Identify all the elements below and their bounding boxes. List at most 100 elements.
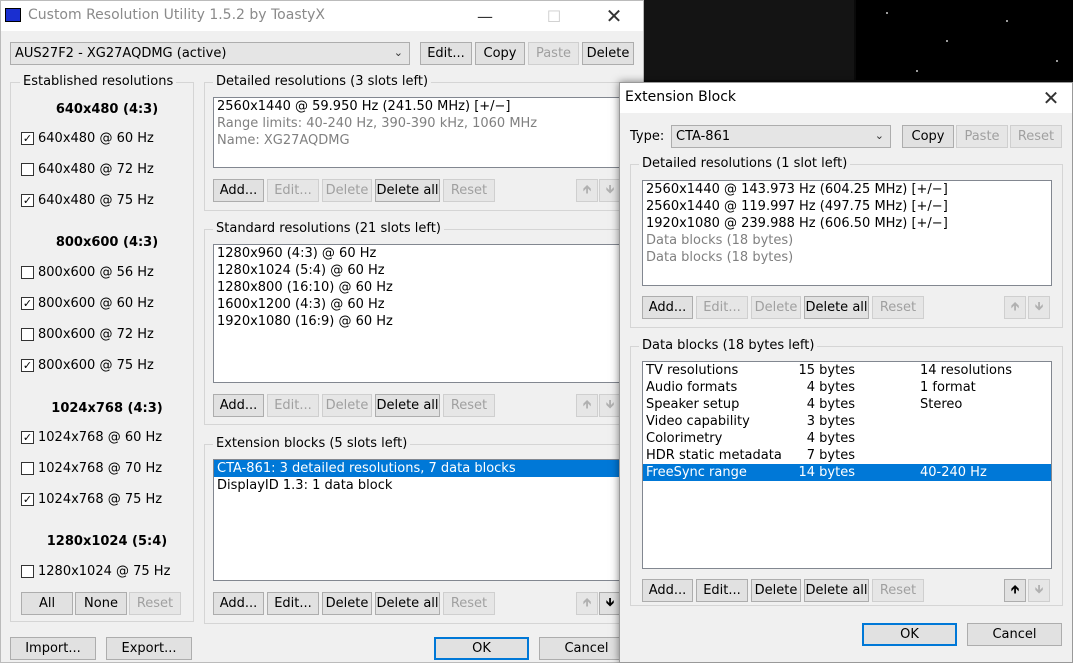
cell: FreeSync range: [646, 465, 747, 480]
ext-detailed-list[interactable]: 2560x1440 @ 143.973 Hz (604.25 MHz) [+/−…: [642, 180, 1052, 286]
detailed-reset-button[interactable]: Reset: [443, 179, 495, 202]
detailed-edit-button[interactable]: Edit...: [267, 179, 319, 202]
standard-delete-button[interactable]: Delete: [322, 394, 372, 417]
ext-detailed-delete-all-button[interactable]: Delete all: [804, 296, 869, 319]
move-up-icon[interactable]: 🡹: [576, 394, 598, 417]
list-item[interactable]: DisplayID 1.3: 1 data block: [214, 477, 643, 494]
extension-delete-all-button[interactable]: Delete all: [375, 592, 440, 615]
standard-reset-button[interactable]: Reset: [443, 394, 495, 417]
move-up-icon[interactable]: 🡹: [576, 592, 598, 615]
standard-edit-button[interactable]: Edit...: [267, 394, 319, 417]
list-item[interactable]: Range limits: 40-240 Hz, 390-390 kHz, 10…: [214, 115, 643, 132]
ext-ok-button[interactable]: OK: [862, 623, 957, 646]
checkbox-icon: [21, 328, 34, 341]
checkbox-800x600-56[interactable]: 800x600 @ 56 Hz: [21, 265, 154, 280]
table-row[interactable]: Speaker setup 4 bytes Stereo: [643, 396, 1051, 413]
extension-edit-button[interactable]: Edit...: [267, 592, 319, 615]
close-icon[interactable]: ✕: [1028, 83, 1073, 113]
delete-monitor-button[interactable]: Delete: [582, 42, 634, 65]
detailed-resolutions-list[interactable]: 2560x1440 @ 59.950 Hz (241.50 MHz) [+/−]…: [213, 97, 644, 168]
standard-resolutions-list[interactable]: 1280x960 (4:3) @ 60 Hz 1280x1024 (5:4) @…: [213, 244, 644, 383]
paste-monitor-button[interactable]: Paste: [528, 42, 579, 65]
ext-detailed-delete-button[interactable]: Delete: [751, 296, 801, 319]
list-item[interactable]: Name: XG27AQDMG: [214, 132, 643, 149]
list-item[interactable]: 1280x960 (4:3) @ 60 Hz: [214, 245, 643, 262]
table-row[interactable]: TV resolutions 15 bytes 14 resolutions: [643, 362, 1051, 379]
checkbox-1024x768-75[interactable]: 1024x768 @ 75 Hz: [21, 492, 162, 507]
standard-add-button[interactable]: Add...: [213, 394, 264, 417]
checkbox-640x480-72[interactable]: 640x480 @ 72 Hz: [21, 162, 154, 177]
move-down-icon[interactable]: 🡻: [599, 179, 621, 202]
list-item[interactable]: CTA-861: 3 detailed resolutions, 7 data …: [214, 460, 643, 477]
extension-add-button[interactable]: Add...: [213, 592, 264, 615]
move-down-icon[interactable]: 🡻: [1028, 296, 1050, 319]
ext-paste-button[interactable]: Paste: [956, 125, 1008, 148]
table-row[interactable]: Audio formats 4 bytes 1 format: [643, 379, 1051, 396]
list-item[interactable]: 1280x800 (16:10) @ 60 Hz: [214, 279, 643, 296]
ext-reset-button[interactable]: Reset: [1010, 125, 1062, 148]
list-item[interactable]: 1920x1080 (16:9) @ 60 Hz: [214, 313, 643, 330]
ext-data-reset-button[interactable]: Reset: [872, 579, 924, 602]
reset-established-button[interactable]: Reset: [129, 592, 181, 615]
list-item[interactable]: Data blocks (18 bytes): [643, 232, 1051, 249]
move-down-icon[interactable]: 🡻: [599, 394, 621, 417]
ext-detailed-edit-button[interactable]: Edit...: [696, 296, 748, 319]
checkbox-1024x768-60[interactable]: 1024x768 @ 60 Hz: [21, 430, 162, 445]
table-row[interactable]: Video capability 3 bytes: [643, 413, 1051, 430]
table-row[interactable]: FreeSync range 14 bytes 40-240 Hz: [643, 464, 1051, 481]
all-button[interactable]: All: [21, 592, 73, 615]
type-select[interactable]: CTA-861 ⌄: [671, 125, 891, 148]
move-down-icon[interactable]: 🡻: [1028, 579, 1050, 602]
edit-monitor-button[interactable]: Edit...: [420, 42, 472, 65]
checkbox-800x600-72[interactable]: 800x600 @ 72 Hz: [21, 327, 154, 342]
import-button[interactable]: Import...: [10, 637, 96, 660]
data-blocks-list[interactable]: TV resolutions 15 bytes 14 resolutions Aud…: [642, 361, 1052, 569]
checkbox-800x600-60[interactable]: 800x600 @ 60 Hz: [21, 296, 154, 311]
ext-data-delete-button[interactable]: Delete: [751, 579, 801, 602]
ext-data-add-button[interactable]: Add...: [642, 579, 693, 602]
move-up-icon[interactable]: 🡹: [1004, 296, 1026, 319]
list-item[interactable]: 2560x1440 @ 143.973 Hz (604.25 MHz) [+/−…: [643, 181, 1051, 198]
list-item[interactable]: Data blocks (18 bytes): [643, 249, 1051, 266]
ok-button[interactable]: OK: [434, 637, 529, 660]
extension-reset-button[interactable]: Reset: [443, 592, 495, 615]
monitor-select[interactable]: AUS27F2 - XG27AQDMG (active) ⌄: [10, 42, 410, 65]
close-icon[interactable]: ✕: [591, 1, 637, 31]
ext-detailed-add-button[interactable]: Add...: [642, 296, 693, 319]
list-item[interactable]: 1280x1024 (5:4) @ 60 Hz: [214, 262, 643, 279]
move-up-icon[interactable]: 🡹: [1004, 579, 1026, 602]
extension-blocks-list[interactable]: CTA-861: 3 detailed resolutions, 7 data …: [213, 459, 644, 581]
export-button[interactable]: Export...: [106, 637, 192, 660]
checkbox-1280x1024-75[interactable]: 1280x1024 @ 75 Hz: [21, 564, 170, 579]
list-item[interactable]: 1600x1200 (4:3) @ 60 Hz: [214, 296, 643, 313]
list-item[interactable]: 2560x1440 @ 59.950 Hz (241.50 MHz) [+/−]: [214, 98, 643, 115]
ext-data-delete-all-button[interactable]: Delete all: [804, 579, 869, 602]
ext-copy-button[interactable]: Copy: [902, 125, 954, 148]
ext-cancel-button[interactable]: Cancel: [967, 623, 1062, 646]
checkbox-640x480-60[interactable]: 640x480 @ 60 Hz: [21, 131, 154, 146]
standard-delete-all-button[interactable]: Delete all: [375, 394, 440, 417]
ext-data-edit-button[interactable]: Edit...: [696, 579, 748, 602]
cell: 1 format: [920, 380, 976, 395]
table-row[interactable]: Colorimetry 4 bytes: [643, 430, 1051, 447]
maximize-icon[interactable]: ☐: [531, 1, 577, 31]
extension-block-dialog: Extension Block ✕ Type: CTA-861 ⌄ Copy P…: [619, 82, 1073, 663]
move-up-icon[interactable]: 🡹: [576, 179, 598, 202]
extension-delete-button[interactable]: Delete: [322, 592, 372, 615]
checkbox-label: 1280x1024 @ 75 Hz: [38, 564, 171, 579]
move-down-icon[interactable]: 🡻: [599, 592, 621, 615]
list-item[interactable]: 2560x1440 @ 119.997 Hz (497.75 MHz) [+/−…: [643, 198, 1051, 215]
checkbox-1024x768-70[interactable]: 1024x768 @ 70 Hz: [21, 461, 162, 476]
checkbox-640x480-75[interactable]: 640x480 @ 75 Hz: [21, 193, 154, 208]
minimize-icon[interactable]: —: [462, 1, 508, 31]
list-item[interactable]: 1920x1080 @ 239.988 Hz (606.50 MHz) [+/−…: [643, 215, 1051, 232]
copy-monitor-button[interactable]: Copy: [475, 42, 525, 65]
detailed-delete-all-button[interactable]: Delete all: [375, 179, 440, 202]
title-bar: Custom Resolution Utility 1.5.2 by Toast…: [1, 1, 643, 31]
table-row[interactable]: HDR static metadata 7 bytes: [643, 447, 1051, 464]
ext-detailed-reset-button[interactable]: Reset: [872, 296, 924, 319]
checkbox-800x600-75[interactable]: 800x600 @ 75 Hz: [21, 358, 154, 373]
detailed-delete-button[interactable]: Delete: [322, 179, 372, 202]
none-button[interactable]: None: [75, 592, 127, 615]
detailed-add-button[interactable]: Add...: [213, 179, 264, 202]
